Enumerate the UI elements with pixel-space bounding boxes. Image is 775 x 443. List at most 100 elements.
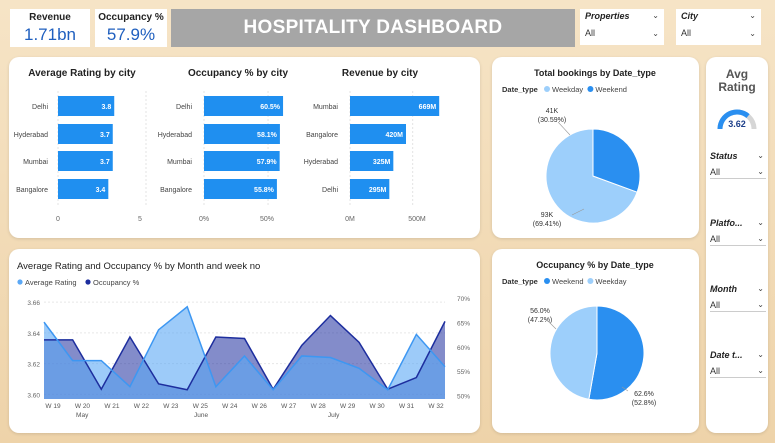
y-tick-label: 3.60 xyxy=(27,392,40,399)
month-label: July xyxy=(328,412,340,419)
y-tick-label: 55% xyxy=(457,369,470,376)
area-chart-title: Average Rating and Occupancy % by Month … xyxy=(17,261,260,272)
month-label: June xyxy=(194,412,208,419)
category-label: Hyderabad xyxy=(158,132,192,139)
category-label: Hyderabad xyxy=(14,132,48,139)
y-tick-label: 3.64 xyxy=(27,331,40,338)
category-label: Mumbai xyxy=(167,159,192,166)
data-label: 420M xyxy=(385,132,403,139)
data-label: 325M xyxy=(373,159,391,166)
data-label: 60.5% xyxy=(260,104,281,111)
data-label: 3.7 xyxy=(100,159,110,166)
kpi-revenue: Revenue 1.71bn xyxy=(10,9,90,47)
legend-marker xyxy=(587,86,594,92)
dashboard-title: HOSPITALITY DASHBOARD xyxy=(171,9,575,47)
x-tick-label: W 23 xyxy=(163,403,179,410)
date-type-slicer[interactable]: Date t... All ⌄ ⌄ xyxy=(710,350,766,378)
bar-chart-title: Average Rating by city xyxy=(28,68,136,79)
data-label: 669M xyxy=(419,104,437,111)
data-label: 58.1% xyxy=(257,132,278,139)
slice-label: (52.8%) xyxy=(632,400,657,407)
kpi-occupancy-value: 57.9% xyxy=(106,25,156,44)
x-tick-label: W 30 xyxy=(369,403,385,410)
category-label: Delhi xyxy=(322,187,338,194)
category-label: Hyderabad xyxy=(304,159,338,166)
kpi-occupancy-label: Occupancy % xyxy=(98,12,164,23)
legend-entry: Weekday xyxy=(595,277,626,286)
legend-entry: Weekday xyxy=(552,85,583,94)
y-tick-label: 60% xyxy=(457,345,470,352)
category-label: Bangalore xyxy=(306,132,338,139)
legend-title: Date_type xyxy=(502,85,538,94)
chevron-down-icon[interactable]: ⌄ xyxy=(757,234,764,243)
chevron-down-icon[interactable]: ⌄ xyxy=(749,29,756,38)
rating-occupancy-area-chart: Average Rating and Occupancy % by Month … xyxy=(17,261,470,419)
chevron-down-icon[interactable]: ⌄ xyxy=(757,151,764,160)
slice-label: 62.6% xyxy=(634,391,654,398)
slice-label: (69.41%) xyxy=(533,221,561,228)
pie-slice xyxy=(549,305,598,400)
legend-title: Date_type xyxy=(502,277,538,286)
slice-label: 41K xyxy=(546,108,559,115)
bar-chart-title: Occupancy % by city xyxy=(188,68,288,79)
slice-label: (30.59%) xyxy=(538,117,566,124)
chevron-down-icon[interactable]: ⌄ xyxy=(652,29,659,38)
x-tick-label: W 24 xyxy=(222,403,238,410)
pie-chart-title: Total bookings by Date_type xyxy=(534,68,656,78)
properties-slicer[interactable]: Properties All ⌄ ⌄ xyxy=(580,9,664,45)
x-tick-label: W 29 xyxy=(340,403,356,410)
y-tick-label: 65% xyxy=(457,320,470,327)
y-tick-label: 3.66 xyxy=(27,300,40,307)
platform-slicer[interactable]: Platfo... All ⌄ ⌄ xyxy=(710,218,766,246)
pie-chart-title: Occupancy % by Date_type xyxy=(536,260,654,270)
bookings-pie-card: Total bookings by Date_type Date_type Week… xyxy=(492,57,699,238)
chevron-down-icon[interactable]: ⌄ xyxy=(757,366,764,375)
tick-label: 0% xyxy=(199,216,209,223)
legend-marker xyxy=(587,278,594,284)
kpi-occupancy: Occupancy % 57.9% xyxy=(95,9,167,47)
x-tick-label: W 32 xyxy=(428,403,444,410)
tick-label: 50% xyxy=(260,216,274,223)
x-tick-label: W 31 xyxy=(399,403,415,410)
legend-marker xyxy=(17,279,23,285)
legend-entry: Weekend xyxy=(552,277,584,286)
properties-slicer-label: Properties xyxy=(585,11,630,21)
slice-label: (47.2%) xyxy=(528,317,553,324)
city-slicer[interactable]: City All ⌄ ⌄ xyxy=(676,9,761,45)
chevron-down-icon[interactable]: ⌄ xyxy=(757,300,764,309)
status-slicer[interactable]: Status All ⌄ ⌄ xyxy=(710,151,766,179)
kpi-revenue-value: 1.71bn xyxy=(24,25,76,44)
x-tick-label: W 28 xyxy=(311,403,327,410)
x-tick-label: W 20 xyxy=(75,403,91,410)
category-label: Delhi xyxy=(176,104,192,111)
chevron-down-icon[interactable]: ⌄ xyxy=(757,350,764,359)
category-label: Bangalore xyxy=(16,187,48,194)
data-label: 3.8 xyxy=(102,104,112,111)
legend-marker xyxy=(85,279,91,285)
bar-chart-title: Revenue by city xyxy=(342,68,419,79)
gauge-value: 3.62 xyxy=(728,119,746,129)
month-slicer[interactable]: Month All ⌄ ⌄ xyxy=(710,284,766,312)
properties-slicer-value[interactable]: All xyxy=(585,28,659,38)
y-tick-label: 3.62 xyxy=(27,362,40,369)
city-slicer-value[interactable]: All xyxy=(681,28,756,38)
chevron-down-icon[interactable]: ⌄ xyxy=(757,218,764,227)
bookings-pie-chart: Total bookings by Date_type Date_type Week… xyxy=(502,68,656,228)
legend-entry: Weekend xyxy=(595,85,627,94)
gauge-title: Avg Rating xyxy=(718,67,756,94)
trend-card: Average Rating and Occupancy % by Month … xyxy=(9,249,480,433)
category-label: Mumbai xyxy=(313,104,338,111)
chevron-down-icon[interactable]: ⌄ xyxy=(757,284,764,293)
chevron-down-icon[interactable]: ⌄ xyxy=(757,167,764,176)
y-tick-label: 50% xyxy=(457,394,470,401)
chevron-down-icon[interactable]: ⌄ xyxy=(749,11,756,20)
occupancy-pie-chart: Occupancy % by Date_type Date_type Weekend… xyxy=(502,260,657,407)
x-tick-label: W 22 xyxy=(134,403,150,410)
city-bars-card: Average Rating by city Delhi 3.8 Hyderabad 3… xyxy=(9,57,480,238)
category-label: Delhi xyxy=(32,104,48,111)
category-label: Bangalore xyxy=(160,187,192,194)
data-label: 55.8% xyxy=(254,187,275,194)
category-label: Mumbai xyxy=(23,159,48,166)
chevron-down-icon[interactable]: ⌄ xyxy=(652,11,659,20)
x-tick-label: W 21 xyxy=(104,403,120,410)
